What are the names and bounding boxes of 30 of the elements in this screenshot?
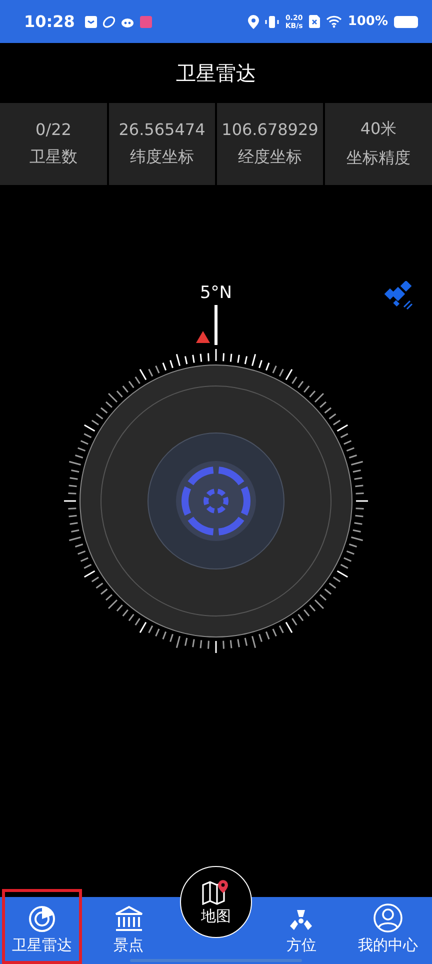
bank-icon (114, 905, 144, 933)
vibrate-icon (265, 14, 280, 28)
stat-value: 40米 (360, 119, 397, 140)
nav-tab[interactable]: 景点 (88, 889, 169, 964)
nav-tab[interactable]: 卫星雷达 (2, 889, 82, 964)
battery-icon (394, 16, 418, 28)
wifi-icon (326, 15, 342, 28)
status-time: 10:28 (24, 12, 75, 31)
radar-icon (28, 905, 56, 933)
stat-value: 26.565474 (118, 120, 206, 139)
user-icon (372, 903, 403, 933)
nav-tab[interactable]: 我的中心 (348, 889, 428, 964)
app-icon (140, 16, 152, 28)
satellite-icon[interactable] (384, 281, 414, 311)
battery-percent: 100% (348, 14, 388, 29)
map-icon (201, 878, 231, 904)
page-title: 卫星雷达 (176, 60, 256, 86)
stat-value: 0/22 (36, 120, 72, 139)
compass-heading: 5°N (200, 283, 232, 303)
nav-tab[interactable]: 方位 (261, 889, 342, 964)
stat-label: 经度坐标 (238, 147, 302, 168)
trefoil-icon (288, 907, 314, 933)
map-button[interactable]: 地图 (180, 866, 252, 938)
location-icon (248, 14, 260, 28)
stat-label: 卫星数 (30, 147, 78, 168)
stat-label: 坐标精度 (346, 148, 410, 169)
stat-value: 106.678929 (222, 120, 318, 139)
sim-icon (308, 15, 320, 28)
stat-label: 纬度坐标 (130, 147, 194, 168)
mail-icon (84, 16, 97, 28)
